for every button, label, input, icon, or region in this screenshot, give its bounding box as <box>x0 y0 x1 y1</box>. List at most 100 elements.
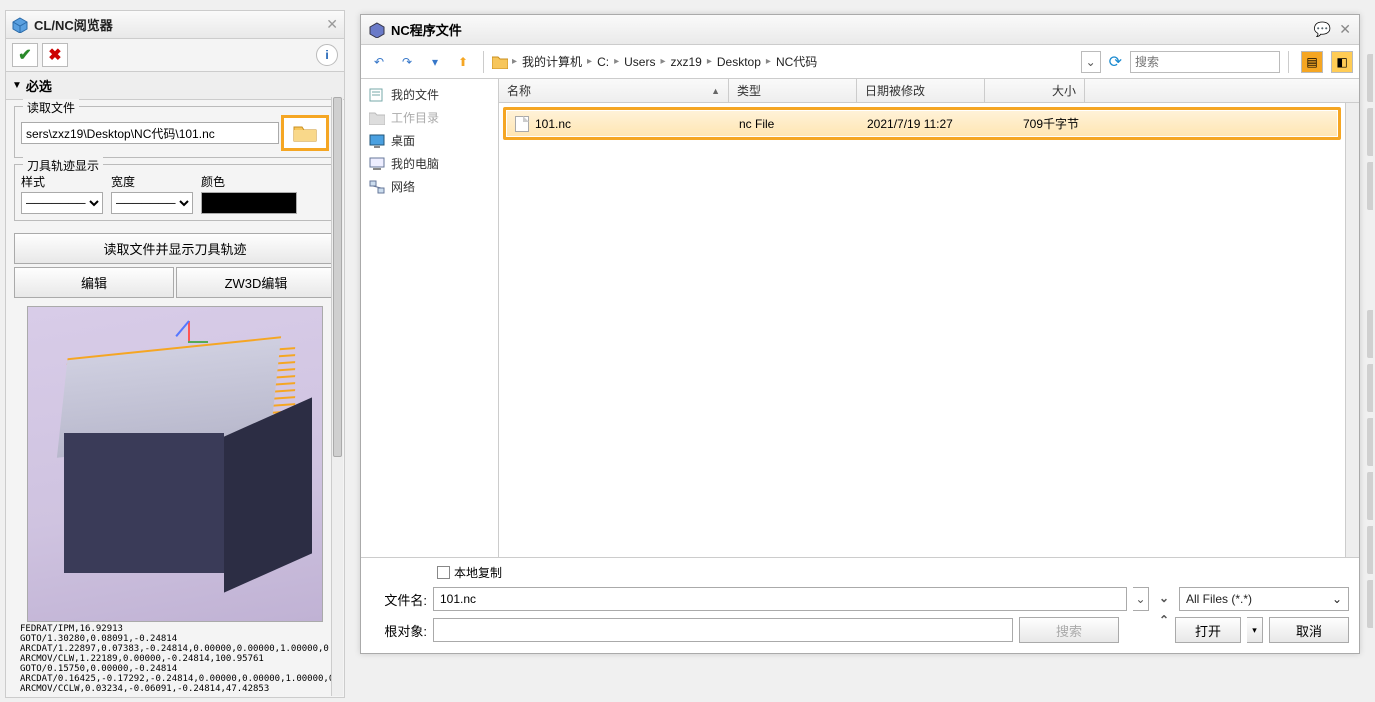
cube-front-face <box>64 433 224 573</box>
side-tab[interactable] <box>1367 580 1373 628</box>
close-icon[interactable]: ✕ <box>326 16 338 33</box>
expand-toggle-icon[interactable]: ⌄⌃ <box>1155 587 1173 611</box>
file-row[interactable]: 101.nc nc File 2021/7/19 11:27 709千字节 <box>507 111 1337 136</box>
breadcrumb-item[interactable]: NC代码 <box>773 51 820 72</box>
local-copy-row: 本地复制 <box>371 564 1349 581</box>
file-icon <box>515 116 529 132</box>
section-title: 必选 <box>26 76 52 95</box>
tree-label: 网络 <box>391 178 415 195</box>
tool-display-group-title: 刀具轨迹显示 <box>23 157 103 174</box>
computer-icon <box>369 157 385 171</box>
section-header[interactable]: ▼ 必选 <box>6 71 344 100</box>
zw3d-edit-button[interactable]: ZW3D编辑 <box>176 267 336 298</box>
file-date: 2021/7/19 11:27 <box>859 113 987 135</box>
confirm-button[interactable]: ✔ <box>12 43 38 67</box>
side-tab[interactable] <box>1367 364 1373 412</box>
view-preview-icon[interactable]: ◧ <box>1331 51 1353 73</box>
tree-desktop[interactable]: 桌面 <box>363 129 496 152</box>
breadcrumb-dropdown[interactable]: ⌄ <box>1081 51 1101 73</box>
chevron-right-icon: ▸ <box>660 56 665 67</box>
width-select[interactable]: ─────── <box>111 192 193 214</box>
style-label: 样式 <box>21 173 103 190</box>
tree-pane: 我的文件 工作目录 桌面 我的电脑 网络 <box>361 79 499 557</box>
list-scrollbar[interactable] <box>1345 103 1359 557</box>
column-date[interactable]: 日期被修改 <box>857 79 985 102</box>
breadcrumb-item[interactable]: C: <box>594 53 612 71</box>
filename-label: 文件名: <box>371 590 427 609</box>
selected-row-highlight: 101.nc nc File 2021/7/19 11:27 709千字节 <box>503 107 1341 140</box>
side-tab[interactable] <box>1367 162 1373 210</box>
list-pane: 名称▲ 类型 日期被修改 大小 101.nc nc File <box>499 79 1359 557</box>
file-path-input[interactable] <box>21 122 279 144</box>
breadcrumb-item[interactable]: Users <box>621 53 658 71</box>
filename-dropdown[interactable]: ⌄ <box>1133 587 1149 611</box>
tree-my-computer[interactable]: 我的电脑 <box>363 152 496 175</box>
separator <box>1288 51 1289 73</box>
desktop-icon <box>369 134 385 148</box>
dialog-bottom: 本地复制 文件名: ⌄ ⌄⌃ All Files (*.*)⌄ 根对象: 搜索 … <box>361 557 1359 653</box>
filename-input[interactable] <box>433 587 1127 611</box>
column-name[interactable]: 名称▲ <box>499 79 729 102</box>
edit-button[interactable]: 编辑 <box>14 267 174 298</box>
preview-viewport[interactable] <box>27 306 323 622</box>
tree-work-dir[interactable]: 工作目录 <box>363 106 496 129</box>
root-input[interactable] <box>433 618 1013 642</box>
separator <box>483 51 484 73</box>
undo-icon[interactable]: ↶ <box>367 50 391 74</box>
col-label: 名称 <box>507 82 531 99</box>
refresh-icon[interactable]: ⟳ <box>1109 52 1122 72</box>
info-icon[interactable]: i <box>316 44 338 66</box>
redo-icon[interactable]: ↷ <box>395 50 419 74</box>
side-tabs <box>1367 54 1373 634</box>
list-header: 名称▲ 类型 日期被修改 大小 <box>499 79 1359 103</box>
side-tab[interactable] <box>1367 472 1373 520</box>
local-copy-checkbox[interactable] <box>437 566 450 579</box>
left-scrollbar[interactable] <box>331 97 343 696</box>
tree-label: 我的电脑 <box>391 155 439 172</box>
open-split-dropdown[interactable]: ▾ <box>1247 617 1263 643</box>
side-tab[interactable] <box>1367 526 1373 574</box>
document-icon <box>369 88 385 102</box>
open-button[interactable]: 打开 <box>1175 617 1241 643</box>
color-swatch[interactable] <box>201 192 297 214</box>
column-type[interactable]: 类型 <box>729 79 857 102</box>
cancel-button[interactable]: 取消 <box>1269 617 1349 643</box>
side-tab[interactable] <box>1367 54 1373 102</box>
folder-icon <box>492 55 508 69</box>
column-blank <box>1085 79 1359 102</box>
chevron-right-icon: ▸ <box>707 56 712 67</box>
read-and-show-button[interactable]: 读取文件并显示刀具轨迹 <box>14 233 336 264</box>
view-list-icon[interactable]: ▤ <box>1301 51 1323 73</box>
network-icon <box>369 180 385 194</box>
side-tab[interactable] <box>1367 418 1373 466</box>
breadcrumb-item[interactable]: Desktop <box>714 53 764 71</box>
cancel-x-button[interactable]: ✖ <box>42 43 68 67</box>
filter-select[interactable]: All Files (*.*)⌄ <box>1179 587 1349 611</box>
left-scroll-thumb[interactable] <box>333 97 342 457</box>
side-tab[interactable] <box>1367 310 1373 358</box>
dialog-close-icon[interactable]: ✕ <box>1339 21 1351 38</box>
tree-label: 我的文件 <box>391 86 439 103</box>
breadcrumb-item[interactable]: 我的计算机 <box>519 51 585 72</box>
search-button[interactable]: 搜索 <box>1019 617 1119 643</box>
folder-gray-icon <box>369 111 385 125</box>
app-icon <box>369 22 385 38</box>
filter-label: All Files (*.*) <box>1186 592 1252 606</box>
side-tab[interactable] <box>1367 108 1373 156</box>
cube-icon <box>12 17 28 33</box>
browse-button[interactable] <box>281 115 329 151</box>
breadcrumb: ▸ 我的计算机 ▸ C: ▸ Users ▸ zxz19 ▸ Desktop ▸… <box>512 51 1075 72</box>
collapse-triangle-icon: ▼ <box>12 80 22 91</box>
breadcrumb-item[interactable]: zxz19 <box>667 53 704 71</box>
tree-network[interactable]: 网络 <box>363 175 496 198</box>
tool-display-group: 刀具轨迹显示 样式 ─────── 宽度 ─────── 颜色 <box>14 164 336 221</box>
style-select[interactable]: ─────── <box>21 192 103 214</box>
search-input[interactable] <box>1130 51 1280 73</box>
tree-my-documents[interactable]: 我的文件 <box>363 83 496 106</box>
history-dropdown-icon[interactable]: ▾ <box>423 50 447 74</box>
code-dump: FEDRAT/IPM,16.92913 GOTO/1.30280,0.08091… <box>14 624 336 694</box>
help-bubble-icon[interactable]: 💬 <box>1314 21 1331 38</box>
up-folder-icon[interactable]: ⬆ <box>451 50 475 74</box>
folder-icon <box>293 124 317 142</box>
column-size[interactable]: 大小 <box>985 79 1085 102</box>
